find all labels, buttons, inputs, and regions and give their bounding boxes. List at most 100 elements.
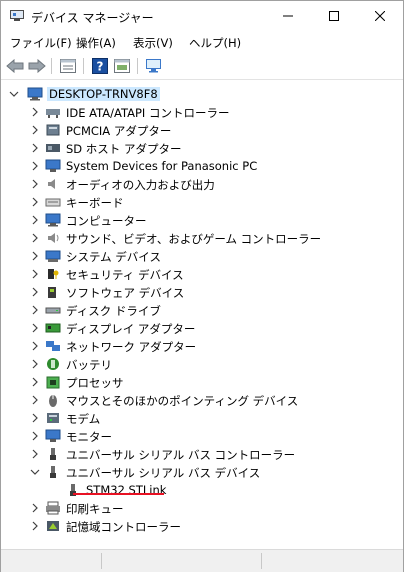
close-button[interactable] (357, 1, 403, 31)
storage-controller-icon (45, 519, 61, 533)
tree-item-label: システム デバイス (66, 250, 161, 264)
chevron-right-icon[interactable] (30, 429, 40, 443)
tree-category-item[interactable]: ユニバーサル シリアル バス デバイス (1, 463, 401, 481)
chevron-right-icon[interactable] (30, 105, 40, 119)
menu-action[interactable]: 操作(A) (76, 35, 116, 51)
tree-item-label: プロセッサ (66, 376, 124, 390)
keyboard-icon (45, 195, 61, 209)
tree-category-item[interactable]: サウンド、ビデオ、およびゲーム コントローラー (1, 229, 401, 247)
chevron-right-icon[interactable] (30, 123, 40, 137)
menu-help[interactable]: ヘルプ(H) (189, 35, 241, 51)
tree-device-item[interactable]: STM32 STLink (1, 481, 401, 499)
tree-category-item[interactable]: キーボード (1, 193, 401, 211)
tree-category-item[interactable]: モニター (1, 427, 401, 445)
tree-item-label: SD ホスト アダプター (66, 142, 182, 156)
battery-icon (45, 357, 61, 371)
tree-category-item[interactable]: ディスプレイ アダプター (1, 319, 401, 337)
tree-item-label: PCMCIA アダプター (66, 124, 172, 138)
device-manager-icon (10, 10, 24, 21)
chevron-right-icon[interactable] (30, 321, 40, 335)
chevron-right-icon[interactable] (30, 303, 40, 317)
chevron-right-icon[interactable] (30, 339, 40, 353)
tree-category-item[interactable]: ユニバーサル シリアル バス コントローラー (1, 445, 401, 463)
device-tree: DESKTOP-TRNV8F8 IDE ATA/ATAPI コントローラー PCM… (1, 81, 403, 543)
tree-category-item[interactable]: IDE ATA/ATAPI コントローラー (1, 103, 401, 121)
tree-root[interactable]: DESKTOP-TRNV8F8 (1, 85, 401, 103)
help-icon[interactable]: ? (90, 56, 110, 76)
modem-icon (45, 411, 61, 425)
tree-item-label: マウスとそのほかのポインティング デバイス (66, 394, 299, 408)
chevron-right-icon[interactable] (30, 141, 40, 155)
chevron-down-icon[interactable] (9, 87, 19, 101)
tree-item-label: キーボード (66, 196, 124, 210)
tree-item-label: System Devices for Panasonic PC (66, 159, 258, 173)
chevron-right-icon[interactable] (30, 285, 40, 299)
chevron-right-icon[interactable] (30, 501, 40, 515)
status-separator (101, 553, 102, 569)
chevron-down-icon[interactable] (30, 465, 40, 479)
tree-category-item[interactable]: バッテリ (1, 355, 401, 373)
chevron-right-icon[interactable] (30, 177, 40, 191)
tree-category-item[interactable]: ディスク ドライブ (1, 301, 401, 319)
menu-file[interactable]: ファイル(F) (10, 35, 72, 51)
tree-item-label: サウンド、ビデオ、およびゲーム コントローラー (66, 232, 322, 246)
tree-item-label: IDE ATA/ATAPI コントローラー (66, 106, 230, 120)
back-arrow-icon[interactable] (5, 56, 25, 76)
system-devices-icon (45, 159, 61, 173)
chevron-right-icon[interactable] (30, 519, 40, 533)
status-separator (261, 553, 262, 569)
chevron-right-icon[interactable] (30, 159, 40, 173)
chevron-right-icon[interactable] (30, 357, 40, 371)
tree-category-item[interactable]: モデム (1, 409, 401, 427)
toolbar-separator (51, 58, 52, 74)
computer-icon (27, 87, 43, 101)
tree-category-item[interactable]: オーディオの入力および出力 (1, 175, 401, 193)
tree-category-item[interactable]: コンピューター (1, 211, 401, 229)
scan-hardware-icon[interactable] (144, 56, 164, 76)
usb-controller-icon (45, 447, 61, 461)
audio-icon (45, 177, 61, 191)
chevron-right-icon[interactable] (30, 447, 40, 461)
tree-category-item[interactable]: プロセッサ (1, 373, 401, 391)
tree-category-item[interactable]: 記憶域コントローラー (1, 517, 401, 535)
chevron-right-icon[interactable] (30, 267, 40, 281)
toolbar: ? (1, 53, 403, 80)
properties-icon[interactable] (58, 56, 78, 76)
tree-category-item[interactable]: マウスとそのほかのポインティング デバイス (1, 391, 401, 409)
tree-category-item[interactable]: System Devices for Panasonic PC (1, 157, 401, 175)
window-title: デバイス マネージャー (31, 11, 154, 25)
status-bar (1, 549, 403, 572)
tree-category-item[interactable]: 印刷キュー (1, 499, 401, 517)
svg-text:?: ? (97, 60, 104, 74)
menu-bar: ファイル(F) 操作(A) 表示(V) ヘルプ(H) (1, 31, 403, 53)
tree-item-label: ネットワーク アダプター (66, 340, 197, 354)
chevron-right-icon[interactable] (30, 249, 40, 263)
tree-item-label: バッテリ (66, 358, 112, 372)
tree-item-label: モデム (66, 412, 101, 426)
chevron-right-icon[interactable] (30, 213, 40, 227)
tree-item-label: コンピューター (66, 214, 147, 228)
tree-item-label: オーディオの入力および出力 (66, 178, 215, 192)
menu-view[interactable]: 表示(V) (133, 35, 173, 51)
action-view-icon[interactable] (112, 56, 132, 76)
device-manager-window: デバイス マネージャー ファイル(F) 操作(A) 表示(V) ヘルプ(H) ? (0, 0, 404, 572)
processor-icon (45, 375, 61, 389)
forward-arrow-icon[interactable] (27, 56, 47, 76)
tree-category-item[interactable]: SD ホスト アダプター (1, 139, 401, 157)
mouse-icon (45, 393, 61, 407)
chevron-right-icon[interactable] (30, 231, 40, 245)
toolbar-separator (137, 58, 138, 74)
minimize-button[interactable] (265, 1, 311, 31)
maximize-button[interactable] (311, 1, 357, 31)
chevron-right-icon[interactable] (30, 375, 40, 389)
chevron-right-icon[interactable] (30, 411, 40, 425)
pcmcia-icon (45, 123, 61, 137)
tree-category-item[interactable]: セキュリティ デバイス (1, 265, 401, 283)
chevron-right-icon[interactable] (30, 393, 40, 407)
tree-category-item[interactable]: PCMCIA アダプター (1, 121, 401, 139)
tree-item-label: ユニバーサル シリアル バス デバイス (66, 466, 261, 480)
tree-category-item[interactable]: ソフトウェア デバイス (1, 283, 401, 301)
tree-category-item[interactable]: ネットワーク アダプター (1, 337, 401, 355)
chevron-right-icon[interactable] (30, 195, 40, 209)
tree-category-item[interactable]: システム デバイス (1, 247, 401, 265)
